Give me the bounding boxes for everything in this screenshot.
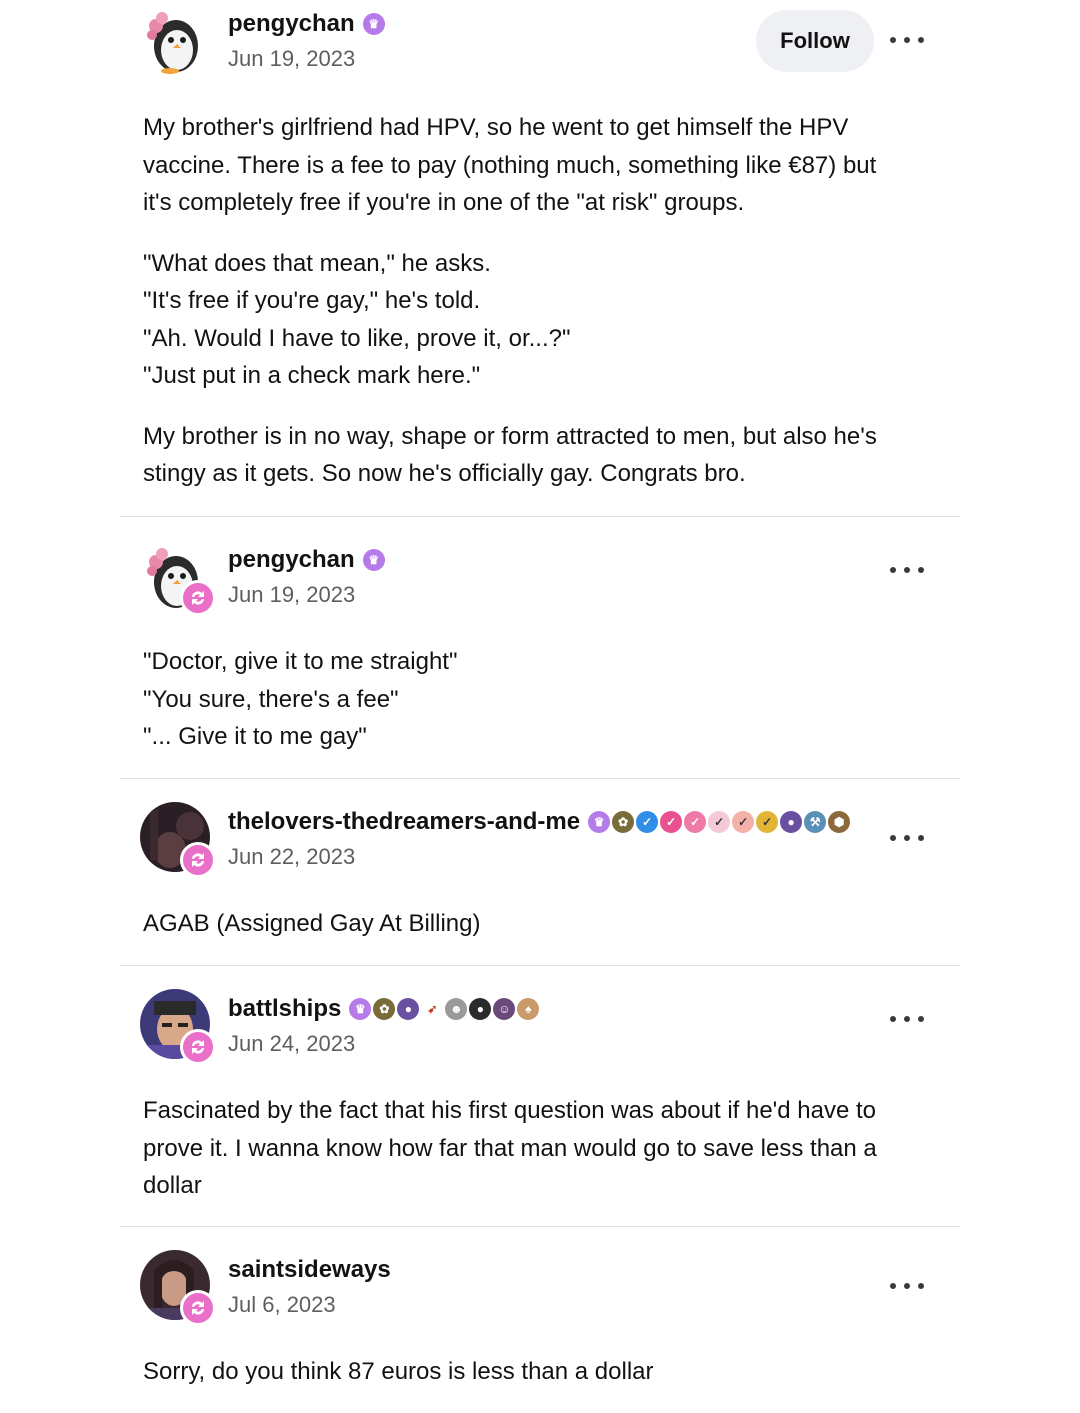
light-check-badge-icon: ✓ [708, 811, 731, 833]
username-link[interactable]: battlships [228, 995, 341, 1023]
paw-badge-icon: ✿ [373, 998, 396, 1020]
ghost-badge-icon: ☺ [493, 998, 516, 1020]
post-username[interactable]: battlships ♛ ✿ ● ➶ ☻ ● ☺ ♠ [228, 995, 540, 1023]
tool-badge-icon: ⚒ [804, 811, 827, 833]
post-reblog: battlships ♛ ✿ ● ➶ ☻ ● ☺ ♠ Jun 24, 2023 … [120, 985, 960, 1199]
username-link[interactable]: thelovers-thedreamers-and-me [228, 808, 580, 836]
follow-button[interactable]: Follow [756, 10, 874, 72]
line: "... Give it to me gay" [143, 723, 367, 750]
dark-photo-avatar[interactable] [140, 802, 216, 878]
post-reblog: saintsideways Jul 6, 2023 Sorry, do you … [120, 1246, 960, 1385]
pink-check-badge-icon: ✓ [684, 811, 707, 833]
post-original: pengychan ♛ Jun 19, 2023 Follow My broth… [120, 0, 960, 487]
line: it's completely free if you're in one of… [143, 189, 745, 216]
line: "What does that mean," he asks. [143, 249, 491, 277]
line: "Just put in a check mark here." [143, 362, 481, 389]
post-body: "Doctor, give it to me straight" "You su… [143, 643, 943, 756]
skull-badge-icon: ☻ [445, 998, 468, 1020]
more-options-icon[interactable] [890, 30, 924, 50]
paragraph: Sorry, do you think 87 euros is less tha… [143, 1353, 943, 1391]
post-header: pengychan ♛ Jun 19, 2023 [120, 536, 960, 616]
line: Fascinated by the fact that his first qu… [143, 1097, 877, 1124]
line: "You sure, there's a fee" [143, 685, 399, 713]
penguin-avatar[interactable] [140, 4, 210, 74]
post-username[interactable]: thelovers-thedreamers-and-me ♛ ✿ ✓ ✓ ✓ ✓… [228, 808, 851, 836]
purple-orb-badge-icon: ● [397, 998, 420, 1020]
paragraph: Fascinated by the fact that his first qu… [143, 1092, 943, 1205]
post-header: saintsideways Jul 6, 2023 [120, 1246, 960, 1326]
post-header: battlships ♛ ✿ ● ➶ ☻ ● ☺ ♠ Jun 24, 2023 [120, 985, 960, 1065]
post-body: Sorry, do you think 87 euros is less tha… [143, 1353, 943, 1391]
divider [120, 965, 960, 966]
username-link[interactable]: pengychan [228, 10, 355, 38]
post-date[interactable]: Jun 22, 2023 [228, 844, 355, 870]
line: "It's free if you're gay," he's told. [143, 287, 481, 314]
post-username[interactable]: pengychan ♛ [228, 10, 385, 38]
paragraph: "What does that mean," he asks. "It's fr… [143, 245, 943, 395]
line: stingy as it gets. So now he's officiall… [143, 460, 746, 487]
paragraph: My brother's girlfriend had HPV, so he w… [143, 109, 943, 222]
purple-badge-icon: ♛ [362, 13, 385, 35]
divider [120, 516, 960, 517]
post-body: Fascinated by the fact that his first qu… [143, 1092, 943, 1205]
rocket-badge-icon: ➶ [421, 998, 444, 1020]
badge-list: ♛ [362, 13, 385, 35]
username-link[interactable]: pengychan [228, 546, 355, 574]
post-date[interactable]: Jun 19, 2023 [228, 46, 355, 72]
post-body: AGAB (Assigned Gay At Billing) [143, 905, 943, 943]
penguin-avatar[interactable] [140, 540, 216, 616]
reblog-icon [180, 842, 216, 878]
more-options-icon[interactable] [890, 1009, 924, 1029]
paragraph: "Doctor, give it to me straight" "You su… [143, 643, 943, 756]
purple-orb-badge-icon: ● [780, 811, 803, 833]
bronze-badge-icon: ⬢ [828, 811, 851, 833]
post-reblog: pengychan ♛ Jun 19, 2023 "Doctor, give i… [120, 536, 960, 750]
line: "Doctor, give it to me straight" [143, 648, 458, 675]
purple-badge-icon: ♛ [349, 998, 372, 1020]
line: AGAB (Assigned Gay At Billing) [143, 910, 481, 937]
post-header: pengychan ♛ Jun 19, 2023 Follow [120, 0, 960, 88]
mushroom-badge-icon: ♠ [517, 998, 540, 1020]
line: Sorry, do you think 87 euros is less tha… [143, 1358, 654, 1385]
more-options-icon[interactable] [890, 828, 924, 848]
post-reblog: thelovers-thedreamers-and-me ♛ ✿ ✓ ✓ ✓ ✓… [120, 798, 960, 937]
post-username[interactable]: pengychan ♛ [228, 546, 385, 574]
line: vaccine. There is a fee to pay (nothing … [143, 151, 877, 179]
purple-badge-icon: ♛ [588, 811, 611, 833]
line: dollar [143, 1172, 202, 1199]
badge-list: ♛ ✿ ✓ ✓ ✓ ✓ ✓ ✓ ● ⚒ ⬢ [588, 811, 851, 833]
gold-check-badge-icon: ✓ [756, 811, 779, 833]
peach-check-badge-icon: ✓ [732, 811, 755, 833]
paw-badge-icon: ✿ [612, 811, 635, 833]
post-date[interactable]: Jun 24, 2023 [228, 1031, 355, 1057]
line: My brother is in no way, shape or form a… [143, 422, 877, 450]
bomb-badge-icon: ● [469, 998, 492, 1020]
paragraph: AGAB (Assigned Gay At Billing) [143, 905, 943, 943]
line: My brother's girlfriend had HPV, so he w… [143, 114, 849, 141]
reblog-thread: pengychan ♛ Jun 19, 2023 Follow My broth… [0, 0, 1080, 1413]
blue-check-badge-icon: ✓ [636, 811, 659, 833]
line: "Ah. Would I have to like, prove it, or.… [143, 324, 571, 352]
post-body: My brother's girlfriend had HPV, so he w… [143, 109, 943, 493]
paragraph: My brother is in no way, shape or form a… [143, 418, 943, 493]
divider [120, 1226, 960, 1227]
reblog-icon [180, 1029, 216, 1065]
purple-badge-icon: ♛ [362, 549, 385, 571]
more-options-icon[interactable] [890, 560, 924, 580]
line: prove it. I wanna know how far that man … [143, 1134, 877, 1162]
badge-list: ♛ [362, 549, 385, 571]
post-header: thelovers-thedreamers-and-me ♛ ✿ ✓ ✓ ✓ ✓… [120, 798, 960, 878]
portrait-avatar[interactable] [140, 1250, 216, 1326]
post-date[interactable]: Jun 19, 2023 [228, 582, 355, 608]
badge-list: ♛ ✿ ● ➶ ☻ ● ☺ ♠ [349, 998, 540, 1020]
username-link[interactable]: saintsideways [228, 1256, 391, 1284]
reblog-icon [180, 1290, 216, 1326]
selfie-avatar[interactable] [140, 989, 216, 1065]
pink-check-badge-icon: ✓ [660, 811, 683, 833]
divider [120, 778, 960, 779]
reblog-icon [180, 580, 216, 616]
post-date[interactable]: Jul 6, 2023 [228, 1292, 336, 1318]
more-options-icon[interactable] [890, 1276, 924, 1296]
post-username[interactable]: saintsideways [228, 1256, 391, 1284]
